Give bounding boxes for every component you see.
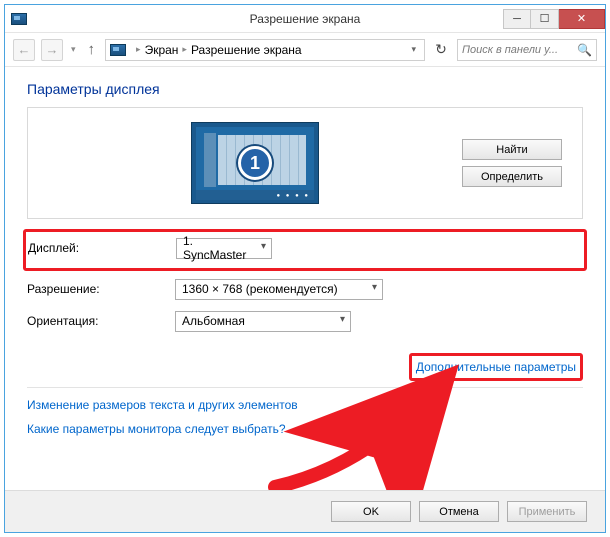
find-button[interactable]: Найти xyxy=(462,139,562,160)
monitor-number: 1 xyxy=(238,146,272,180)
page-heading: Параметры дисплея xyxy=(27,81,583,97)
highlight-advanced-link: Дополнительные параметры xyxy=(409,353,583,381)
resolution-select[interactable]: 1360 × 768 (рекомендуется) xyxy=(175,279,383,300)
chevron-right-icon: ▸ xyxy=(182,44,187,55)
chevron-right-icon: ▸ xyxy=(136,44,141,55)
breadcrumb[interactable]: ▸ Экран ▸ Разрешение экрана ▾ xyxy=(105,39,425,61)
nav-up-button[interactable]: ↑ xyxy=(84,41,100,58)
apply-button[interactable]: Применить xyxy=(507,501,587,522)
bottom-bar: OK Отмена Применить xyxy=(5,490,605,532)
which-monitor-link[interactable]: Какие параметры монитора следует выбрать… xyxy=(27,422,583,436)
nav-back-button[interactable]: ← xyxy=(13,39,35,61)
breadcrumb-current[interactable]: Разрешение экрана xyxy=(191,43,302,57)
nav-history-dropdown[interactable]: ▾ xyxy=(69,44,78,55)
display-row: Дисплей: 1. SyncMaster xyxy=(28,234,582,262)
search-icon[interactable]: 🔍 xyxy=(577,43,592,57)
detect-button[interactable]: Определить xyxy=(462,166,562,187)
orientation-select[interactable]: Альбомная xyxy=(175,311,351,332)
refresh-button[interactable]: ↻ xyxy=(431,40,451,60)
window-title: Разрешение экрана xyxy=(250,12,361,26)
breadcrumb-root[interactable]: Экран xyxy=(145,43,179,57)
window-icon xyxy=(11,13,27,25)
orientation-row: Ориентация: Альбомная xyxy=(27,307,583,335)
ok-button[interactable]: OK xyxy=(331,501,411,522)
minimize-button[interactable]: ─ xyxy=(503,9,531,29)
search-input[interactable]: Поиск в панели у... 🔍 xyxy=(457,39,597,61)
search-placeholder: Поиск в панели у... xyxy=(462,44,558,56)
content-area: Параметры дисплея ● ● ● ● 1 Найти Опреде… xyxy=(5,67,605,490)
highlight-display-row: Дисплей: 1. SyncMaster xyxy=(23,229,587,271)
breadcrumb-dropdown[interactable]: ▾ xyxy=(407,44,420,55)
nav-bar: ← → ▾ ↑ ▸ Экран ▸ Разрешение экрана ▾ ↻ … xyxy=(5,33,605,67)
window-frame: Разрешение экрана ─ ☐ ✕ ← → ▾ ↑ ▸ Экран … xyxy=(4,4,606,533)
monitor-thumbnail[interactable]: ● ● ● ● 1 xyxy=(191,122,319,204)
text-size-link[interactable]: Изменение размеров текста и других элеме… xyxy=(27,398,583,412)
breadcrumb-icon xyxy=(110,44,126,56)
display-label: Дисплей: xyxy=(28,241,176,255)
separator xyxy=(27,387,583,388)
display-select[interactable]: 1. SyncMaster xyxy=(176,238,272,259)
cancel-button[interactable]: Отмена xyxy=(419,501,499,522)
close-button[interactable]: ✕ xyxy=(559,9,605,29)
nav-forward-button[interactable]: → xyxy=(41,39,63,61)
resolution-label: Разрешение: xyxy=(27,282,175,296)
maximize-button[interactable]: ☐ xyxy=(531,9,559,29)
title-bar: Разрешение экрана ─ ☐ ✕ xyxy=(5,5,605,33)
resolution-row: Разрешение: 1360 × 768 (рекомендуется) xyxy=(27,275,583,303)
orientation-label: Ориентация: xyxy=(27,314,175,328)
display-preview: ● ● ● ● 1 Найти Определить xyxy=(27,107,583,219)
advanced-settings-link[interactable]: Дополнительные параметры xyxy=(416,360,576,374)
